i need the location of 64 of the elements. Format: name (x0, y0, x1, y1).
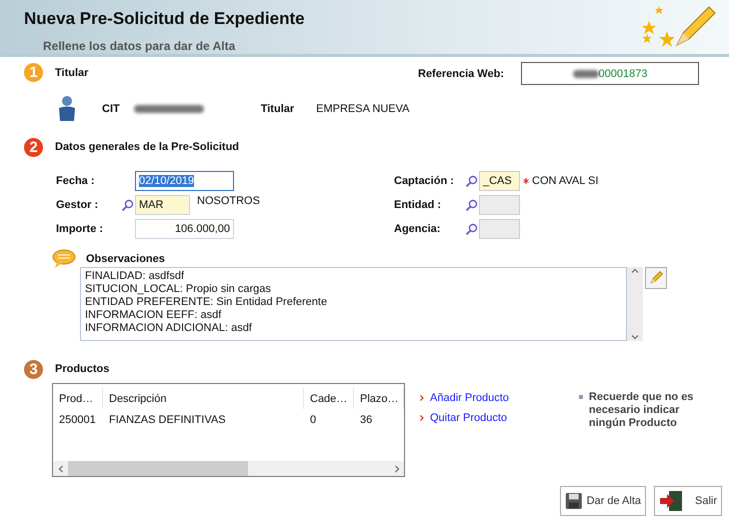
field-label: Fecha : (56, 175, 96, 187)
column-header[interactable]: Cade… (304, 388, 354, 409)
save-button[interactable]: Dar de Alta (560, 486, 646, 516)
edit-button[interactable] (645, 267, 667, 289)
table-cell-text: 250001 (58, 414, 97, 426)
field-label: Captación : (394, 175, 455, 187)
bullet-icon (578, 395, 583, 399)
column-header[interactable]: Plazo… (354, 388, 404, 409)
reference-field[interactable]: 00001873 (521, 62, 699, 85)
section-title: Titular (55, 66, 88, 78)
field-label: Entidad : (394, 199, 442, 211)
table-cell-text: 0 (309, 414, 318, 426)
step-number: 1 (24, 63, 43, 82)
search-icon[interactable] (465, 174, 478, 188)
exit-door-icon (659, 490, 685, 512)
product-link[interactable]: Quitar Producto (430, 412, 508, 424)
speech-bubble-icon (52, 249, 76, 269)
section-title: Datos generales de la Pre-Solicitud (55, 141, 240, 153)
input-field[interactable]: 106.000,00 (135, 219, 234, 239)
bullet-icon (420, 415, 424, 421)
info-note: Recuerde que no es necesario indicar ningún Producto (588, 391, 694, 430)
product-link[interactable]: Añadir Producto (430, 392, 509, 404)
input-field[interactable]: MAR (135, 195, 190, 215)
field-label: Referencia Web: (418, 68, 505, 80)
column-header[interactable]: Descripción (103, 388, 304, 409)
window-title: Nueva Pre-Solicitud de Expediente (24, 9, 305, 29)
field-label: Importe : (56, 223, 104, 235)
table-cell-text: 36 (359, 414, 374, 426)
pencil-icon (648, 270, 664, 286)
section-title: Productos (55, 363, 110, 375)
exit-button[interactable]: Salir (654, 486, 722, 516)
asterisk-icon (523, 178, 529, 184)
input-field[interactable]: _CAS (479, 171, 520, 191)
scrollbar[interactable] (627, 267, 643, 341)
observations-label: Observaciones (86, 253, 165, 265)
subtitle: Rellene los datos para dar de Alta (43, 39, 236, 53)
search-icon[interactable] (121, 198, 134, 212)
horizontal-scrollbar[interactable] (53, 461, 404, 476)
field-note: NOSOTROS (197, 195, 260, 207)
field-note: CON AVAL SI (532, 175, 598, 187)
field-label: Gestor : (56, 199, 100, 211)
step-number: 3 (24, 360, 43, 378)
observation-line: SITUCION_LOCAL: Propio sin cargas (85, 283, 272, 296)
cit-label: CIT (102, 103, 120, 115)
scroll-down-icon[interactable] (631, 333, 639, 341)
observation-line: INFORMACION ADICIONAL: asdf (85, 322, 253, 335)
field-label: Agencia: (394, 223, 442, 235)
column-header[interactable]: Prod… (53, 388, 103, 409)
scroll-right-icon[interactable] (392, 464, 400, 472)
holder-name: EMPRESA NUEVA (316, 103, 410, 115)
bullet-icon (420, 395, 424, 401)
redaction-mark (134, 105, 204, 113)
observation-line: FINALIDAD: asdfsdf (85, 270, 186, 283)
observation-line: INFORMACION EEFF: asdf (85, 309, 222, 322)
step-number: 2 (24, 138, 43, 156)
scroll-up-icon[interactable] (631, 267, 639, 275)
input-field[interactable]: 02/10/2019 (135, 171, 234, 191)
observations-field[interactable]: FINALIDAD: asdfsdf SITUCION_LOCAL: Propio sin cargas ENTIDAD PREFERENTE: Sin Entidad Preferente INFORMACION EEFF: asdf INFORMACION ADICIONAL: asdf (80, 267, 627, 341)
scroll-left-icon[interactable] (56, 464, 64, 472)
person-icon (57, 95, 77, 123)
observation-line: ENTIDAD PREFERENTE: Sin Entidad Preferente (85, 296, 328, 309)
redaction-mark (572, 70, 599, 78)
table-cell-text: FIANZAS DEFINITIVAS (108, 414, 227, 426)
holder-label: Titular (260, 103, 294, 115)
